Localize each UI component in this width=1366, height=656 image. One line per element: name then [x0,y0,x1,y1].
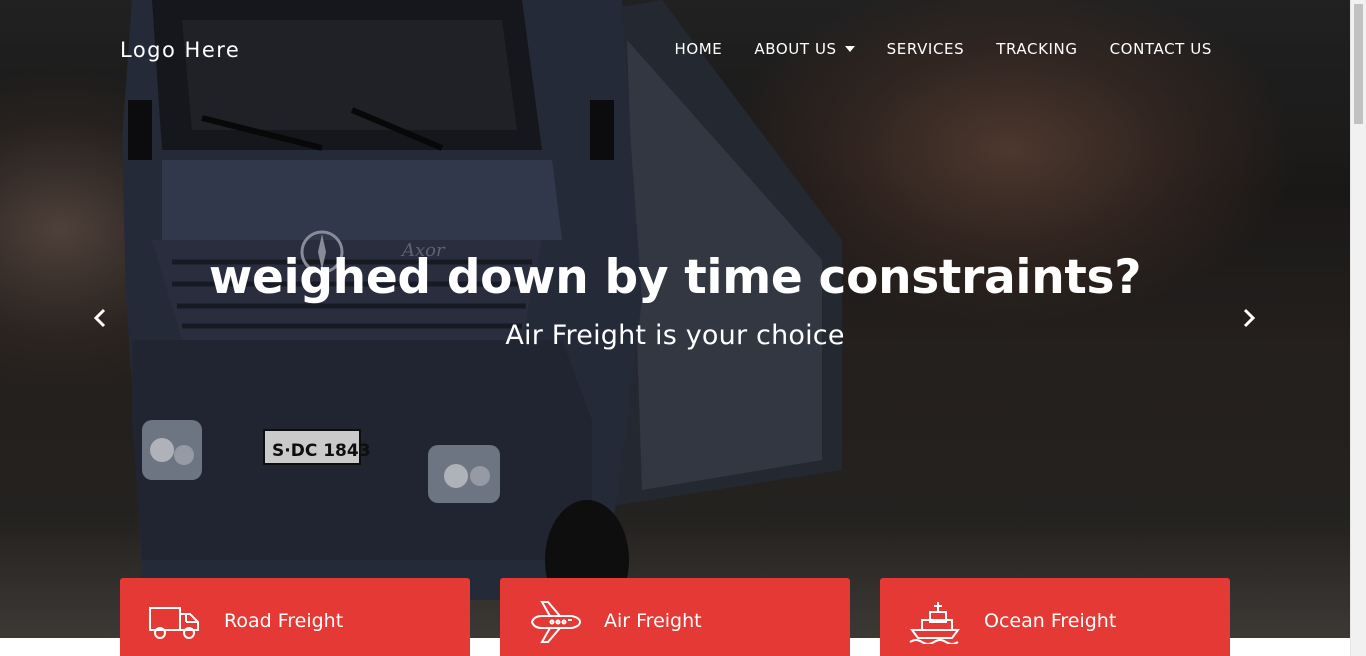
nav-about-us[interactable]: ABOUT US [754,40,855,58]
caret-down-icon [844,46,855,52]
service-card-label: Ocean Freight [984,610,1117,632]
logo[interactable]: Logo Here [120,38,240,62]
nav-home[interactable]: HOME [674,40,722,58]
nav-contact-us-label: CONTACT US [1109,40,1212,58]
hero-headline: weighed down by time constraints? [208,250,1142,305]
airplane-icon [530,601,582,643]
hero-subheadline: Air Freight is your choice [505,320,845,351]
scrollbar-thumb[interactable] [1354,4,1363,124]
hero-carousel: Axor S·DC 1843 Logo Here HOME ABOUT US S… [0,0,1350,638]
chevron-left-icon [93,308,106,328]
chevron-right-icon [1243,308,1256,328]
page-scrollbar[interactable] [1350,0,1366,656]
nav-about-us-label: ABOUT US [754,40,837,58]
nav-tracking[interactable]: TRACKING [996,40,1077,58]
carousel-next-button[interactable] [1236,306,1260,330]
truck-icon [149,607,199,639]
service-card-air-freight[interactable]: Air Freight [500,578,850,656]
nav-services[interactable]: SERVICES [887,40,965,58]
nav-contact-us[interactable]: CONTACT US [1110,40,1212,58]
service-card-label: Air Freight [604,610,702,632]
page: Axor S·DC 1843 Logo Here HOME ABOUT US S… [0,0,1366,656]
nav-tracking-label: TRACKING [996,40,1078,58]
service-card-ocean-freight[interactable]: Ocean Freight [880,578,1230,656]
nav-home-label: HOME [674,40,723,58]
hero-overlay [0,0,1350,638]
nav-services-label: SERVICES [886,40,965,58]
ship-icon [909,602,960,644]
service-card-road-freight[interactable]: Road Freight [120,578,470,656]
service-card-label: Road Freight [224,610,344,632]
main-nav: HOME ABOUT US SERVICES TRACKING CONTACT … [674,40,1212,58]
carousel-prev-button[interactable] [89,306,113,330]
